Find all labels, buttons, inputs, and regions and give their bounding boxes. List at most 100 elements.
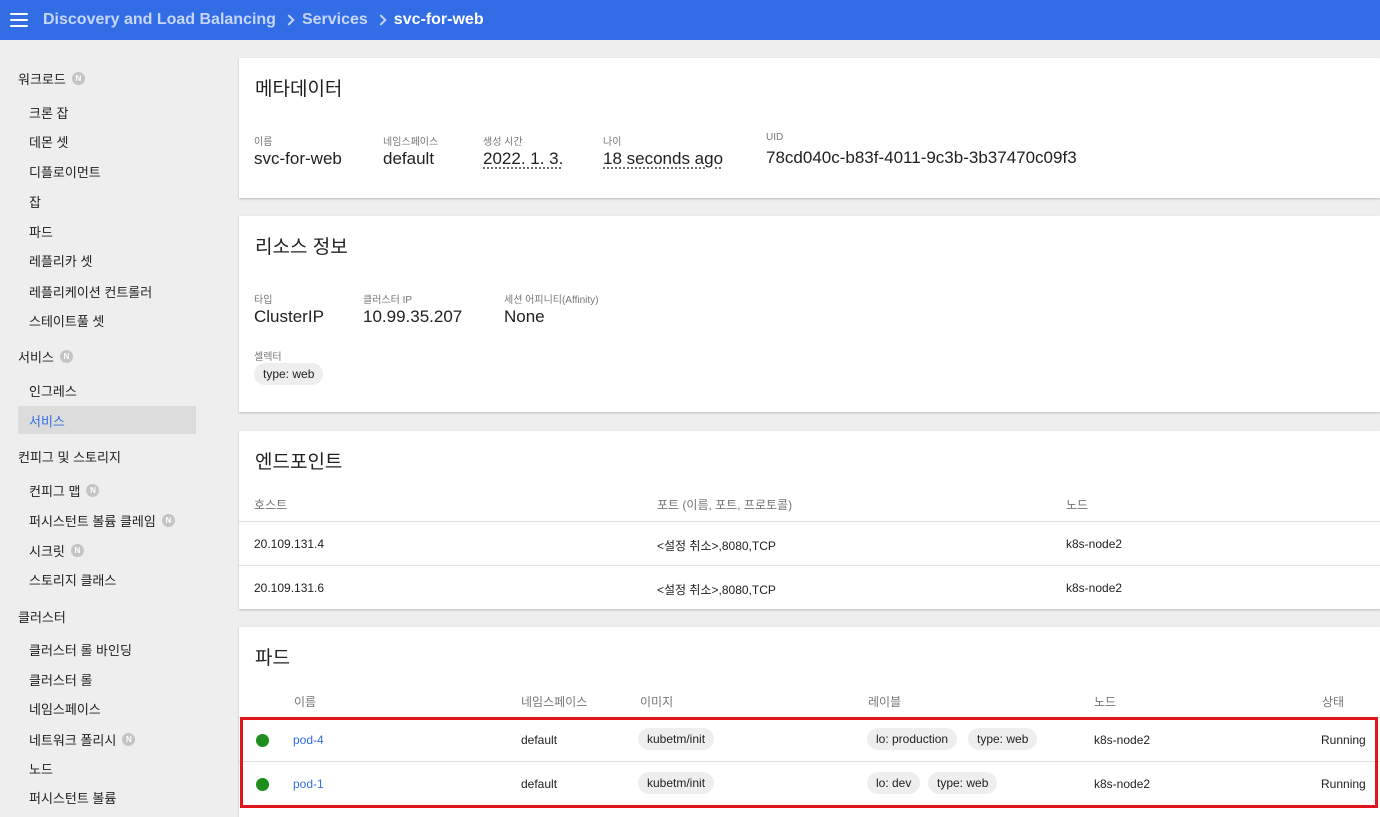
label-chip: lo: production xyxy=(867,728,958,750)
status-running-icon xyxy=(256,734,269,747)
column-header-node: 노드 xyxy=(1066,498,1089,512)
field-label: UID xyxy=(766,132,784,143)
endpoint-host: 20.109.131.4 xyxy=(254,537,325,551)
service-type: ClusterIP xyxy=(254,307,324,326)
pod-status: Running xyxy=(1321,777,1366,791)
sidebar-section-label: 컨피그 및 스토리지 xyxy=(18,450,121,465)
sidebar-item-replicationcontrollers[interactable]: 레플리케이션 컨트롤러 xyxy=(18,277,196,305)
session-affinity: None xyxy=(504,307,545,326)
sidebar-section-label: 서비스 xyxy=(18,350,54,365)
namespace-badge: N xyxy=(122,732,136,746)
card-title: 파드 xyxy=(255,648,290,669)
sidebar-item-pods[interactable]: 파드 xyxy=(18,217,196,245)
endpoint-ports: <설정 취소>,8080,TCP xyxy=(657,583,776,597)
sidebar-item-label: 네트워크 폴리시 xyxy=(29,732,117,748)
sidebar-section-label: 클러스터 xyxy=(18,610,66,625)
sidebar: 워크로드 N 크론 잡 데몬 셋 디플로이먼트 잡 파드 레플리카 셋 레플리케… xyxy=(0,40,215,817)
sidebar-item-persistentvolumes[interactable]: 퍼시스턴트 볼륨 xyxy=(18,783,196,811)
column-header-labels: 레이블 xyxy=(868,695,902,709)
uid: 78cd040c-b83f-4011-9c3b-3b37470c09f3 xyxy=(766,148,1077,167)
metadata-card: 메타데이터 이름 svc-for-web 네임스페이스 default 생성 시… xyxy=(239,58,1380,198)
label-chip: lo: dev xyxy=(867,772,921,794)
field-label: 셀렉터 xyxy=(254,352,282,363)
field-label: 세션 어피니티(Affinity) xyxy=(504,295,599,306)
image-chip: kubetm/init xyxy=(638,728,715,750)
sidebar-item-configmaps[interactable]: 컨피그 맵 N xyxy=(18,476,196,504)
namespace-badge: N xyxy=(161,513,175,527)
sidebar-item-jobs[interactable]: 잡 xyxy=(18,187,196,215)
creation-time[interactable]: 2022. 1. 3. xyxy=(483,149,563,169)
selector-chip: type: web xyxy=(254,363,324,385)
sidebar-item-namespaces[interactable]: 네임스페이스 xyxy=(18,694,196,722)
column-header-namespace[interactable]: 네임스페이스 xyxy=(521,693,587,710)
pod-status: Running xyxy=(1321,733,1366,747)
image-chip: kubetm/init xyxy=(638,772,715,794)
sidebar-section-cluster[interactable]: 클러스터 xyxy=(18,607,66,626)
field-label: 생성 시간 xyxy=(483,137,523,148)
chevron-right-icon xyxy=(375,14,387,26)
divider xyxy=(239,565,1380,566)
sidebar-item-nodes[interactable]: 노드 xyxy=(18,754,196,782)
column-header-image: 이미지 xyxy=(640,695,674,709)
sidebar-item-label: 퍼시스턴트 볼륨 클레임 xyxy=(29,513,156,529)
pod-node: k8s-node2 xyxy=(1094,733,1151,747)
chevron-right-icon xyxy=(283,14,295,26)
namespace-badge: N xyxy=(59,350,73,363)
sidebar-item-label: 시크릿 xyxy=(29,543,65,559)
sidebar-item-deployments[interactable]: 디플로이먼트 xyxy=(18,157,196,185)
sidebar-item-clusterroles[interactable]: 클러스터 롤 xyxy=(18,665,196,693)
pod-name-link[interactable]: pod-1 xyxy=(293,777,324,791)
field-label: 네임스페이스 xyxy=(383,137,439,148)
divider xyxy=(239,717,1380,718)
breadcrumb-current: svc-for-web xyxy=(393,11,484,28)
field-label: 타입 xyxy=(254,295,273,306)
sidebar-item-services[interactable]: 서비스 xyxy=(18,406,196,434)
sidebar-item-storageclasses[interactable]: 스토리지 클래스 xyxy=(18,565,196,593)
top-bar: Discovery and Load Balancing Services sv… xyxy=(0,0,1380,40)
divider xyxy=(239,761,1380,762)
sidebar-section-workloads[interactable]: 워크로드 N xyxy=(18,69,85,88)
label-chip: type: web xyxy=(928,772,998,794)
cluster-ip: 10.99.35.207 xyxy=(363,307,463,326)
sidebar-item-ingresses[interactable]: 인그레스 xyxy=(18,376,196,404)
column-header-ports: 포트 (이름, 포트, 프로토콜) xyxy=(657,498,793,512)
field-label: 이름 xyxy=(254,137,273,148)
breadcrumb-parent[interactable]: Services xyxy=(302,11,368,29)
sidebar-item-replicasets[interactable]: 레플리카 셋 xyxy=(18,246,196,274)
pod-name-link[interactable]: pod-4 xyxy=(293,733,324,747)
sidebar-item-networkpolicies[interactable]: 네트워크 폴리시 N xyxy=(18,725,196,753)
card-title: 엔드포인트 xyxy=(255,452,343,473)
resource-info-card: 리소스 정보 타입 ClusterIP 클러스터 IP 10.99.35.207… xyxy=(239,216,1380,412)
divider xyxy=(239,521,1380,522)
sidebar-item-clusterrolebindings[interactable]: 클러스터 롤 바인딩 xyxy=(18,635,196,663)
column-header-status[interactable]: 상태 xyxy=(1322,693,1344,710)
card-title: 메타데이터 xyxy=(255,79,343,100)
sidebar-item-pvcs[interactable]: 퍼시스턴트 볼륨 클레임 N xyxy=(18,506,196,534)
field-label: 나이 xyxy=(603,137,622,148)
status-running-icon xyxy=(256,778,269,791)
sidebar-item-secrets[interactable]: 시크릿 N xyxy=(18,536,196,564)
column-header-name[interactable]: 이름 xyxy=(294,693,316,710)
age[interactable]: 18 seconds ago xyxy=(603,149,723,169)
pod-namespace: default xyxy=(521,777,558,791)
service-name: svc-for-web xyxy=(254,149,342,168)
service-namespace: default xyxy=(383,149,435,168)
breadcrumb-section[interactable]: Discovery and Load Balancing xyxy=(43,11,276,29)
sidebar-section-services[interactable]: 서비스 N xyxy=(18,347,73,366)
namespace-badge: N xyxy=(70,543,84,557)
column-header-node[interactable]: 노드 xyxy=(1094,693,1116,710)
pods-card: 파드 이름 네임스페이스 이미지 레이블 노드 상태 pod-4 default… xyxy=(239,627,1380,817)
sidebar-item-daemonsets[interactable]: 데몬 셋 xyxy=(18,127,196,155)
namespace-badge: N xyxy=(71,72,85,85)
endpoints-card: 엔드포인트 호스트 포트 (이름, 포트, 프로토콜) 노드 20.109.13… xyxy=(239,431,1380,609)
field-label: 클러스터 IP xyxy=(363,295,413,306)
pod-namespace: default xyxy=(521,733,558,747)
endpoint-node: k8s-node2 xyxy=(1066,537,1123,551)
menu-icon[interactable] xyxy=(10,13,28,27)
sidebar-section-config-storage[interactable]: 컨피그 및 스토리지 xyxy=(18,447,121,466)
endpoint-node: k8s-node2 xyxy=(1066,581,1123,595)
sidebar-item-statefulsets[interactable]: 스테이트풀 셋 xyxy=(18,306,196,334)
column-header-host: 호스트 xyxy=(254,498,288,512)
pod-node: k8s-node2 xyxy=(1094,777,1151,791)
sidebar-item-cronjobs[interactable]: 크론 잡 xyxy=(18,98,196,126)
